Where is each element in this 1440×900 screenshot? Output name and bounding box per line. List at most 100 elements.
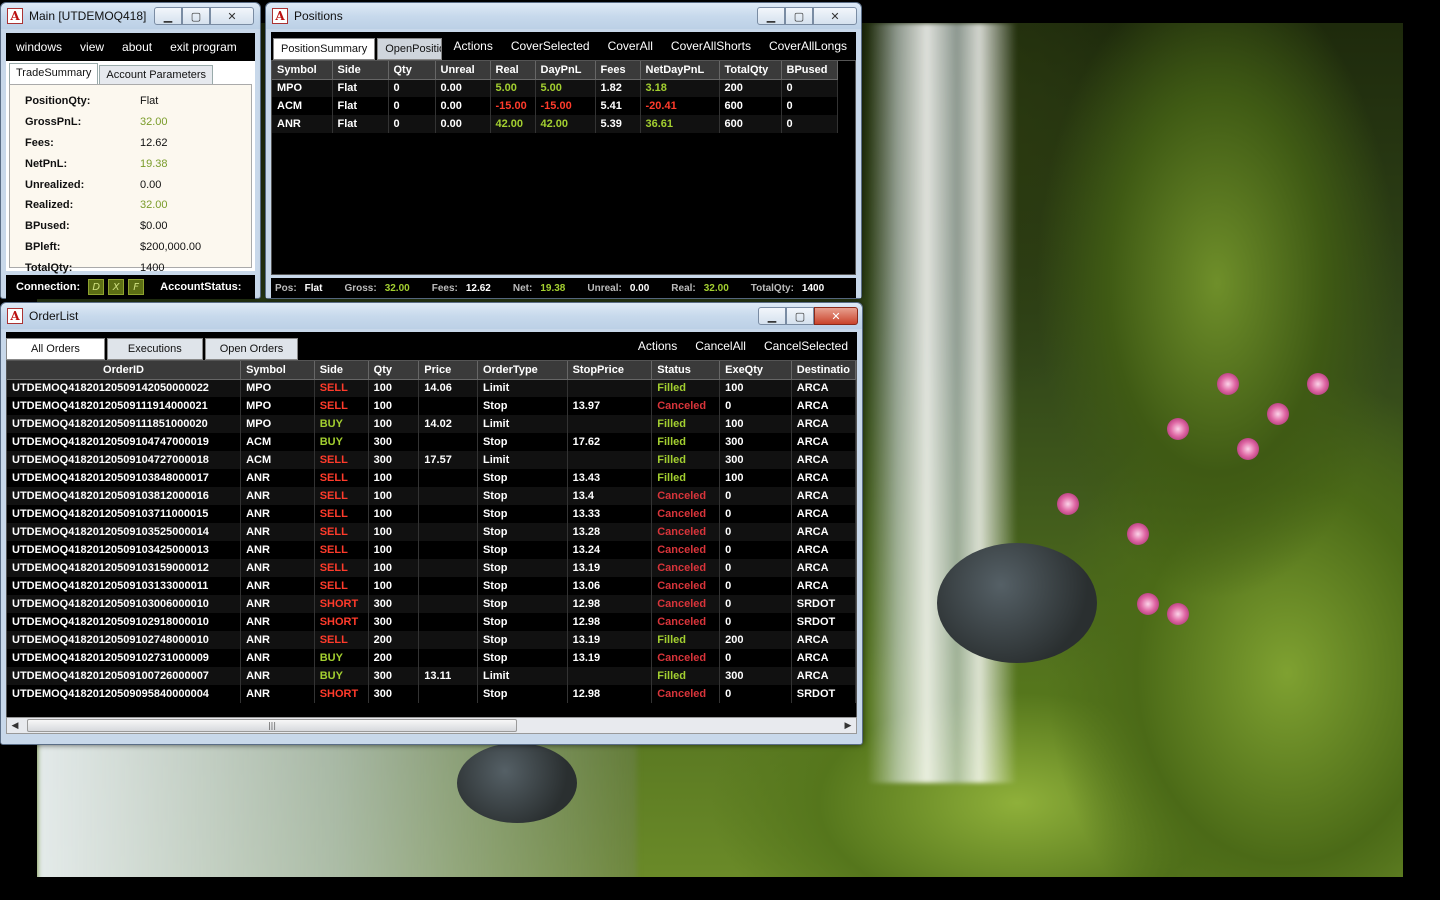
summary-row: BPused: $0.00	[25, 216, 251, 237]
column-header[interactable]: Symbol	[240, 361, 315, 380]
table-cell: 100	[368, 505, 420, 523]
main-titlebar[interactable]: A Main [UTDEMOQ418] ▁ ▢ ✕	[1, 3, 260, 29]
column-header[interactable]: Unreal	[435, 61, 491, 80]
actions-menu[interactable]: Actions	[444, 39, 501, 60]
horizontal-scrollbar[interactable]: ◀ ||| ▶	[6, 717, 857, 734]
table-row[interactable]: UTDEMOQ41820120509111914000021 MPO SELL 100…	[7, 397, 856, 415]
column-header[interactable]: NetDayPnL	[640, 61, 720, 80]
table-cell: ARCA	[791, 487, 856, 505]
maximize-button[interactable]: ▢	[182, 7, 210, 25]
close-button[interactable]: ✕	[814, 307, 858, 325]
close-button[interactable]: ✕	[210, 7, 254, 25]
cancel-selected-button[interactable]: CancelSelected	[755, 339, 857, 360]
scroll-left-icon[interactable]: ◀	[7, 721, 23, 731]
column-header[interactable]: Real	[490, 61, 536, 80]
scrollbar-thumb[interactable]: |||	[27, 719, 517, 732]
table-cell: 42.00	[535, 115, 596, 133]
column-header[interactable]: Qty	[368, 361, 420, 380]
table-row[interactable]: ACM Flat 0 0.00 -15.00 -15.00 5.41 -20.41 600 0	[272, 97, 838, 115]
column-header[interactable]: Fees	[595, 61, 641, 80]
maximize-button[interactable]: ▢	[786, 307, 814, 325]
menu-view[interactable]: view	[70, 40, 112, 54]
table-cell: 100	[368, 469, 420, 487]
connection-label: Connection:	[16, 281, 81, 293]
table-cell: 0	[781, 115, 838, 133]
cancel-all-button[interactable]: CancelAll	[686, 339, 755, 360]
scroll-right-icon[interactable]: ▶	[840, 721, 856, 731]
minimize-button[interactable]: ▁	[758, 307, 786, 325]
orderlist-toolbar: All Orders Executions Open Orders Action…	[6, 332, 857, 360]
table-row[interactable]: UTDEMOQ41820120509103133000011 ANR SELL 100…	[7, 577, 856, 595]
footer-value: 19.38	[540, 282, 566, 294]
flower-decoration	[1127, 523, 1149, 545]
table-cell: UTDEMOQ41820120509103812000016	[7, 487, 242, 505]
menu-windows[interactable]: windows	[6, 40, 70, 54]
table-row[interactable]: UTDEMOQ41820120509102918000010 ANR SHORT 30…	[7, 613, 856, 631]
column-header[interactable]: Destinatio	[791, 361, 856, 380]
positions-titlebar[interactable]: A Positions ▁ ▢ ✕	[266, 3, 861, 29]
table-cell: UTDEMOQ41820120509142050000022	[7, 379, 242, 397]
column-header[interactable]: ExeQty	[719, 361, 792, 380]
tab-open-positions[interactable]: OpenPositio	[377, 38, 443, 60]
cover-all-button[interactable]: CoverAll	[599, 39, 662, 60]
tab-open-orders[interactable]: Open Orders	[204, 338, 299, 360]
column-header[interactable]: DayPnL	[535, 61, 596, 80]
tab-trade-summary[interactable]: TradeSummary	[9, 63, 99, 84]
minimize-button[interactable]: ▁	[757, 7, 785, 25]
table-row[interactable]: UTDEMOQ41820120509103525000014 ANR SELL 100…	[7, 523, 856, 541]
column-header[interactable]: OrderType	[477, 361, 568, 380]
column-header[interactable]: TotalQty	[719, 61, 782, 80]
table-row[interactable]: UTDEMOQ41820120509103812000016 ANR SELL 100…	[7, 487, 856, 505]
column-header[interactable]: Price	[418, 361, 478, 380]
table-cell: Limit	[477, 667, 568, 685]
table-row[interactable]: UTDEMOQ41820120509103159000012 ANR SELL 100…	[7, 559, 856, 577]
column-header[interactable]: BPused	[781, 61, 838, 80]
table-row[interactable]: UTDEMOQ41820120509103425000013 ANR SELL 100…	[7, 541, 856, 559]
table-row[interactable]: UTDEMOQ41820120509104727000018 ACM SELL 300…	[7, 451, 856, 469]
table-row[interactable]: UTDEMOQ41820120509142050000022 MPO SELL 100…	[7, 379, 856, 397]
column-header[interactable]: OrderID	[7, 361, 242, 380]
column-header[interactable]: Side	[332, 61, 389, 80]
table-cell: 13.97	[567, 397, 653, 415]
menu-about[interactable]: about	[112, 40, 160, 54]
table-row[interactable]: UTDEMOQ41820120509104747000019 ACM BUY 300 S…	[7, 433, 856, 451]
summary-value: 0.00	[140, 178, 162, 191]
table-cell: 300	[368, 613, 420, 631]
table-row[interactable]: UTDEMOQ41820120509111851000020 MPO BUY 100 1…	[7, 415, 856, 433]
column-header[interactable]: Status	[651, 361, 721, 380]
tab-position-summary[interactable]: PositionSummary	[273, 38, 376, 60]
summary-row: PositionQty: Flat	[25, 91, 251, 112]
cover-all-longs-button[interactable]: CoverAllLongs	[760, 39, 856, 60]
tab-all-orders[interactable]: All Orders	[6, 338, 105, 360]
cover-all-shorts-button[interactable]: CoverAllShorts	[662, 39, 760, 60]
table-row[interactable]: UTDEMOQ41820120509103711000015 ANR SELL 100…	[7, 505, 856, 523]
minimize-button[interactable]: ▁	[154, 7, 182, 25]
maximize-button[interactable]: ▢	[785, 7, 813, 25]
cover-selected-button[interactable]: CoverSelected	[502, 39, 599, 60]
table-row[interactable]: ANR Flat 0 0.00 42.00 42.00 5.39 36.61 600 0	[272, 115, 838, 133]
tab-account-parameters[interactable]: Account Parameters	[99, 65, 214, 84]
table-row[interactable]: UTDEMOQ41820120509103006000010 ANR SHORT 30…	[7, 595, 856, 613]
table-cell: Filled	[651, 379, 721, 397]
column-header[interactable]: Qty	[388, 61, 436, 80]
table-cell	[418, 397, 478, 415]
summary-row: NetPnL: 19.38	[25, 153, 251, 174]
table-row[interactable]: UTDEMOQ41820120509102748000010 ANR SELL 200…	[7, 631, 856, 649]
tab-executions[interactable]: Executions	[106, 338, 203, 360]
table-cell: UTDEMOQ41820120509103525000014	[7, 523, 242, 541]
column-header[interactable]: StopPrice	[567, 361, 653, 380]
close-button[interactable]: ✕	[813, 7, 857, 25]
table-row[interactable]: UTDEMOQ41820120509100726000007 ANR BUY 300 1…	[7, 667, 856, 685]
table-cell: 200	[368, 631, 420, 649]
orderlist-titlebar[interactable]: A OrderList ▁ ▢ ✕	[1, 303, 862, 329]
table-row[interactable]: UTDEMOQ41820120509095840000004 ANR SHORT 30…	[7, 685, 856, 703]
column-header[interactable]: Side	[314, 361, 369, 380]
table-row[interactable]: UTDEMOQ41820120509103848000017 ANR SELL 100…	[7, 469, 856, 487]
table-cell: Limit	[477, 379, 568, 397]
column-header[interactable]: Symbol	[272, 61, 333, 80]
table-row[interactable]: UTDEMOQ41820120509102731000009 ANR BUY 200 S…	[7, 649, 856, 667]
table-row[interactable]: MPO Flat 0 0.00 5.00 5.00 1.82 3.18 200 0	[272, 79, 838, 97]
menu-exit-program[interactable]: exit program	[160, 40, 245, 54]
actions-menu[interactable]: Actions	[629, 339, 686, 360]
table-cell: SELL	[314, 577, 369, 595]
